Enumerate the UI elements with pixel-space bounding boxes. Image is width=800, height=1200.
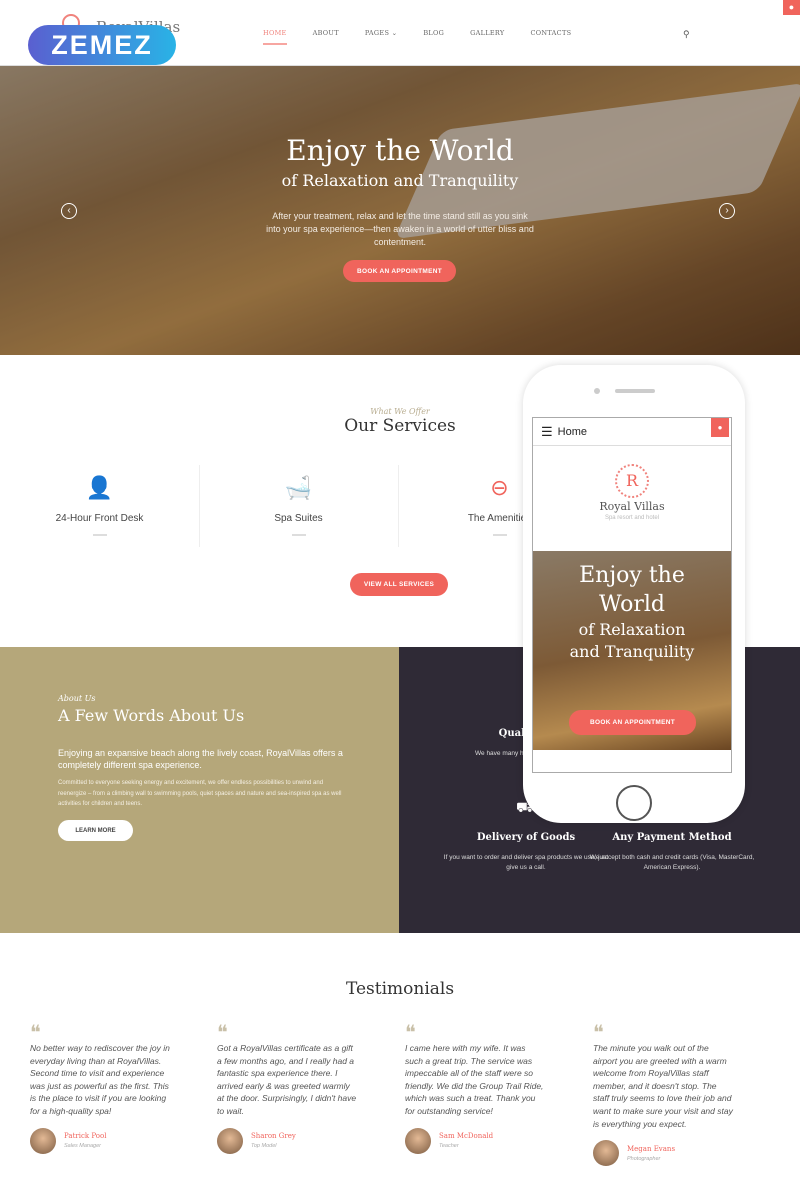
testimonials-title: Testimonials (345, 979, 455, 999)
main-nav: HOME ABOUT PAGES ⌄ BLOG GALLERY CONTACTS (263, 29, 597, 45)
phone-screen: ☰ Home ● R Royal Villas Spa resort and ho… (532, 417, 732, 773)
about-title: A Few Words About Us (58, 706, 245, 725)
home-button (616, 785, 652, 821)
avatar (405, 1127, 431, 1154)
quote-icon: ❝ (593, 1020, 604, 1044)
nav-gallery[interactable]: GALLERY (470, 29, 504, 37)
phone-book-button[interactable]: BOOK AN APPOINTMENT (569, 710, 696, 735)
site-header: RoyalVillas ZEMEZ HOME ABOUT PAGES ⌄ BLO… (0, 0, 800, 66)
book-appointment-button[interactable]: BOOK AN APPOINTMENT (343, 260, 456, 282)
user-icon[interactable]: ● (783, 0, 800, 15)
about-lead: Enjoying an expansive beach along the li… (58, 748, 343, 770)
nav-home[interactable]: HOME (263, 29, 287, 45)
quote-icon: ❝ (405, 1020, 416, 1044)
service-item[interactable]: 🛁 Spa Suites (199, 465, 399, 547)
phone-hero-title: Enjoy the World (579, 563, 685, 617)
next-slide-icon[interactable]: › (719, 203, 735, 219)
quote-icon: ❝ (217, 1020, 228, 1044)
nav-contacts[interactable]: CONTACTS (531, 29, 572, 37)
about-text: Committed to everyone seeking energy and… (58, 780, 342, 807)
quote-icon: ❝ (30, 1020, 41, 1044)
learn-more-button[interactable]: LEARN MORE (58, 820, 133, 841)
feature-text: If you want to order and deliver spa pro… (443, 854, 609, 871)
search-icon[interactable]: ⚲ (683, 29, 690, 40)
avatar (217, 1127, 243, 1154)
feature-title: Any Payment Method (612, 832, 732, 843)
testimonial-card: ❝ I came here with my wife. It was such a… (405, 1020, 545, 1154)
service-item[interactable]: 👤 24-Hour Front Desk (0, 465, 200, 547)
receptionist-icon: 👤 (85, 475, 114, 500)
phone-logo-icon: R (615, 464, 649, 498)
user-icon[interactable]: ● (711, 418, 729, 437)
phone-mockup: ☰ Home ● R Royal Villas Spa resort and ho… (523, 365, 745, 823)
avatar (30, 1127, 56, 1154)
hero-text: After your treatment, relax and let the … (266, 211, 534, 247)
feature-title: Delivery of Goods (476, 832, 576, 843)
view-all-services-button[interactable]: VIEW ALL SERVICES (350, 573, 448, 596)
hero-slider: Enjoy the World of Relaxation and Tranqu… (0, 66, 800, 355)
phone-hero-subtitle: of Relaxation and Tranquility (569, 620, 695, 661)
testimonials-section: Testimonials ❝ No better way to rediscove… (0, 933, 800, 1200)
nav-about[interactable]: ABOUT (313, 29, 339, 37)
phone-menu-label[interactable]: Home (558, 426, 587, 438)
testimonial-card: ❝ The minute you walk out of the airport … (593, 1020, 733, 1167)
testimonial-card: ❝ Got a RoyalVillas certificate as a gift… (217, 1020, 357, 1154)
phone-brand: Royal Villas (599, 500, 665, 513)
testimonial-card: ❝ No better way to rediscover the joy in … (30, 1020, 170, 1154)
hamburger-menu-icon[interactable]: ☰ (541, 424, 553, 440)
prev-slide-icon[interactable]: ‹ (61, 203, 77, 219)
hero-subtitle: of Relaxation and Tranquility (281, 171, 519, 190)
feature-text: We accept both cash and credit cards (Vi… (589, 854, 755, 871)
bathtub-icon: 🛁 (284, 475, 313, 500)
zemez-badge[interactable]: ZEMEZ (28, 25, 176, 65)
about-section: About Us A Few Words About Us Enjoying a… (0, 647, 399, 933)
nav-blog[interactable]: BLOG (423, 29, 444, 37)
hero-title: Enjoy the World (286, 134, 514, 167)
phone-tagline: Spa resort and hotel (604, 515, 660, 521)
about-kicker: About Us (58, 694, 96, 703)
avatar (593, 1140, 619, 1167)
nav-pages[interactable]: PAGES ⌄ (365, 29, 397, 37)
